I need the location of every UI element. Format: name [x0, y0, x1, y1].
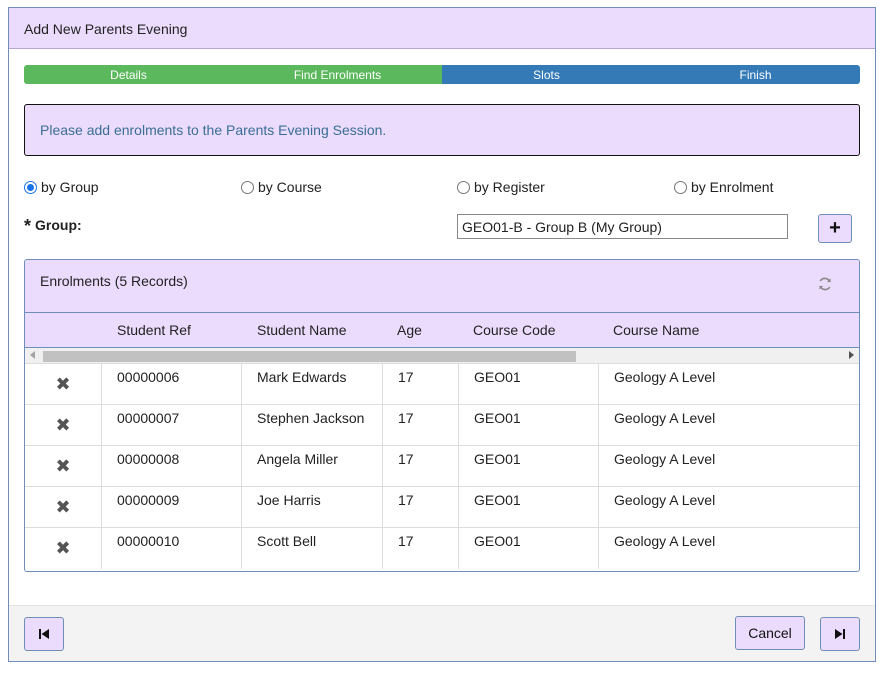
cell-student-ref: 00000008 [102, 446, 242, 486]
step-label: Find Enrolments [293, 67, 382, 82]
cell-age: 17 [383, 528, 459, 569]
info-message-box: Please add enrolments to the Parents Eve… [24, 104, 860, 156]
cell-student-ref: 00000006 [102, 364, 242, 404]
radio-dot[interactable] [674, 180, 687, 194]
step-label: Details [110, 67, 147, 82]
add-parents-evening-dialog: Add New Parents Evening Details Find Enr… [8, 7, 876, 662]
cell-course-code: GEO01 [459, 528, 599, 569]
enrolments-title: Enrolments (5 Records) [40, 273, 188, 289]
cell-course-name: Geology A Level [614, 492, 716, 508]
radio-by-enrolment[interactable]: by Enrolment [674, 179, 773, 195]
step-label: Slots [533, 67, 560, 82]
table-header: Student Ref Student Name Age Course Code… [25, 313, 859, 348]
dialog-footer: Cancel [9, 605, 875, 661]
step-finish: Finish [651, 65, 860, 84]
cell-student-name: Scott Bell [242, 528, 383, 569]
first-step-button[interactable] [24, 617, 64, 651]
table-row: ✖ 00000006 Mark Edwards 17 GEO01 Geology… [25, 364, 859, 405]
group-input[interactable] [457, 214, 788, 239]
cell-age: 17 [383, 487, 459, 527]
wizard-progress: Details Find Enrolments Slots Finish [24, 65, 860, 84]
cell-age: 17 [383, 364, 459, 404]
cell-student-name: Mark Edwards [242, 364, 383, 404]
cell-course-code: GEO01 [459, 405, 599, 445]
cell-course-name: Geology A Level [614, 369, 716, 385]
add-group-button[interactable]: + [818, 214, 852, 243]
radio-label: by Enrolment [691, 179, 774, 195]
group-field-label: * Group: [24, 216, 82, 237]
cell-course-code: GEO01 [459, 446, 599, 486]
remove-icon[interactable]: ✖ [25, 405, 102, 445]
info-message: Please add enrolments to the Parents Eve… [40, 122, 387, 138]
group-label-text: Group: [35, 217, 82, 233]
radio-label: by Course [258, 179, 322, 195]
scrollbar-thumb[interactable] [43, 351, 576, 362]
step-slots: Slots [442, 65, 651, 84]
next-step-button[interactable] [820, 617, 860, 651]
col-student-ref[interactable]: Student Ref [117, 322, 191, 338]
radio-dot-checked[interactable] [24, 180, 37, 194]
radio-dot[interactable] [457, 180, 470, 194]
remove-icon[interactable]: ✖ [25, 528, 102, 569]
radio-by-register[interactable]: by Register [457, 179, 545, 195]
cell-student-name: Angela Miller [242, 446, 383, 486]
search-by-options: by Group by Course by Register by Enrolm… [24, 179, 860, 199]
remove-icon[interactable]: ✖ [25, 364, 102, 404]
col-course-name[interactable]: Course Name [613, 322, 699, 338]
enrolments-panel: Enrolments (5 Records) Student Ref Stude… [24, 259, 860, 572]
table-row: ✖ 00000010 Scott Bell 17 GEO01 Geology A… [25, 528, 859, 569]
skip-forward-icon [835, 629, 845, 639]
remove-icon[interactable]: ✖ [25, 446, 102, 486]
table-row: ✖ 00000007 Stephen Jackson 17 GEO01 Geol… [25, 405, 859, 446]
cell-student-ref: 00000010 [102, 528, 242, 569]
scroll-right-arrow-icon[interactable] [849, 351, 854, 359]
required-asterisk: * [24, 216, 32, 236]
table-row: ✖ 00000008 Angela Miller 17 GEO01 Geolog… [25, 446, 859, 487]
cell-student-name: Stephen Jackson [242, 405, 383, 445]
radio-label: by Register [474, 179, 545, 195]
radio-dot[interactable] [241, 180, 254, 194]
skip-back-icon [39, 629, 49, 639]
col-student-name[interactable]: Student Name [257, 322, 347, 338]
col-course-code[interactable]: Course Code [473, 322, 556, 338]
cell-student-ref: 00000007 [102, 405, 242, 445]
cell-age: 17 [383, 405, 459, 445]
cell-course-name: Geology A Level [614, 410, 716, 426]
cell-student-name: Joe Harris [242, 487, 383, 527]
step-find-enrolments: Find Enrolments [233, 65, 442, 84]
cell-course-code: GEO01 [459, 487, 599, 527]
cell-course-name: Geology A Level [614, 533, 716, 549]
horizontal-scrollbar[interactable] [25, 348, 859, 364]
cell-course-name: Geology A Level [614, 451, 716, 467]
step-details: Details [24, 65, 233, 84]
refresh-icon[interactable] [817, 276, 833, 292]
dialog-header: Add New Parents Evening [9, 8, 875, 49]
cell-student-ref: 00000009 [102, 487, 242, 527]
cancel-button[interactable]: Cancel [735, 616, 805, 650]
col-age[interactable]: Age [397, 322, 422, 338]
radio-by-course[interactable]: by Course [241, 179, 322, 195]
cell-age: 17 [383, 446, 459, 486]
table-row: ✖ 00000009 Joe Harris 17 GEO01 Geology A… [25, 487, 859, 528]
step-label: Finish [739, 67, 772, 82]
remove-icon[interactable]: ✖ [25, 487, 102, 527]
scroll-left-arrow-icon[interactable] [30, 351, 35, 359]
radio-by-group[interactable]: by Group [24, 179, 99, 195]
cell-course-code: GEO01 [459, 364, 599, 404]
plus-icon: + [829, 217, 841, 239]
dialog-title: Add New Parents Evening [24, 21, 188, 37]
enrolments-panel-header: Enrolments (5 Records) [25, 260, 859, 313]
radio-label: by Group [41, 179, 99, 195]
table-body: ✖ 00000006 Mark Edwards 17 GEO01 Geology… [25, 364, 859, 569]
